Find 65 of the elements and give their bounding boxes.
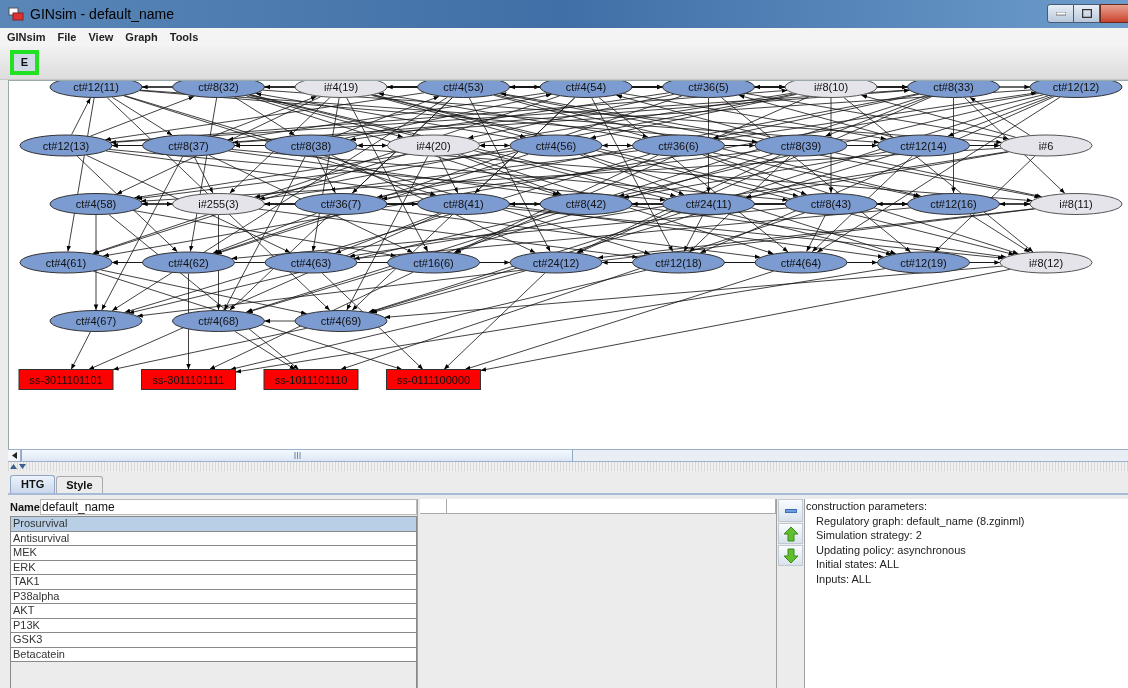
graph-node[interactable]: ct#36(6): [632, 134, 725, 157]
graph-node[interactable]: ct#8(32): [172, 81, 265, 98]
name-field[interactable]: default_name: [39, 499, 417, 515]
graph-node[interactable]: ct#4(67): [49, 310, 143, 332]
info-line: Regulatory graph: default_name (8.zginml): [815, 513, 1025, 528]
stable-state-node[interactable]: ss-1011101110: [263, 369, 359, 390]
graph-node[interactable]: ct#12(14): [877, 134, 970, 157]
info-line: Simulation strategy: 2: [815, 528, 922, 543]
list-item[interactable]: MEK: [11, 546, 416, 561]
menu-item[interactable]: Tools: [168, 28, 200, 46]
menu-item[interactable]: Graph: [124, 28, 159, 46]
graph-node[interactable]: i#255(3): [172, 193, 265, 215]
graph-node[interactable]: ct#4(56): [509, 134, 603, 157]
graph-node[interactable]: ct#12(16): [907, 193, 1000, 215]
graph-node[interactable]: ct#8(42): [539, 193, 633, 215]
graph-node[interactable]: i#6: [999, 134, 1093, 157]
graph-node[interactable]: ct#12(11): [49, 81, 143, 98]
menu-item[interactable]: GINsim: [6, 28, 47, 46]
tab[interactable]: Style: [56, 476, 103, 493]
list-item[interactable]: Prosurvival: [11, 517, 416, 532]
graph-node[interactable]: ct#4(69): [294, 310, 388, 332]
tab[interactable]: HTG: [10, 475, 56, 493]
graph-node[interactable]: ct#4(63): [264, 251, 358, 274]
graph-node[interactable]: ct#24(11): [662, 193, 755, 215]
info-line: Inputs: ALL: [815, 571, 872, 586]
graph-node[interactable]: ct#4(53): [417, 81, 510, 98]
list-item[interactable]: TAK1: [11, 575, 416, 590]
stable-state-node[interactable]: ss-0111100000: [386, 369, 481, 390]
graph-node[interactable]: ct#24(12): [509, 251, 603, 274]
stable-state-node[interactable]: ss-3011101101: [18, 369, 114, 390]
graph-node[interactable]: ct#4(54): [539, 81, 633, 98]
list-item[interactable]: AKT: [11, 604, 416, 619]
graph-node[interactable]: i#4(19): [294, 81, 388, 98]
graph-node[interactable]: ct#12(18): [632, 251, 725, 274]
list-item[interactable]: GSK3: [11, 633, 416, 648]
graph-node[interactable]: ct#8(33): [907, 81, 1000, 98]
window-title: GINsim - default_name: [30, 4, 174, 24]
graph-node[interactable]: ct#4(61): [19, 251, 113, 274]
graph-node[interactable]: ct#4(62): [142, 251, 235, 274]
graph-node[interactable]: ct#8(37): [142, 134, 235, 157]
graph-node[interactable]: ct#8(39): [754, 134, 848, 157]
graph-node[interactable]: ct#8(43): [784, 193, 878, 215]
info-heading: construction parameters:: [806, 499, 928, 514]
graph-node[interactable]: ct#12(12): [1029, 81, 1123, 98]
graph-node[interactable]: ct#4(68): [172, 310, 265, 332]
graph-node[interactable]: ct#8(38): [264, 134, 358, 157]
name-label: Name: [10, 499, 40, 515]
graph-node[interactable]: ct#16(6): [387, 251, 480, 274]
graph-node[interactable]: ct#12(13): [19, 134, 113, 157]
graph-node[interactable]: ct#8(41): [417, 193, 510, 215]
toolbar-button[interactable]: E: [10, 50, 39, 75]
graph-node[interactable]: ct#36(7): [294, 193, 388, 215]
graph-node[interactable]: i#8(10): [784, 81, 878, 98]
info-line: Updating policy: asynchronous: [815, 542, 966, 557]
graph-node[interactable]: ct#4(64): [754, 251, 848, 274]
graph-node[interactable]: i#8(12): [999, 251, 1093, 274]
graph-node[interactable]: ct#36(5): [662, 81, 755, 98]
stable-state-node[interactable]: ss-3011101111: [141, 369, 236, 390]
graph-node[interactable]: ct#12(19): [877, 251, 970, 274]
info-line: Initial states: ALL: [815, 557, 900, 572]
menu-item[interactable]: View: [87, 28, 115, 46]
graph-node[interactable]: i#4(20): [387, 134, 480, 157]
graph-node[interactable]: i#8(11): [1029, 193, 1123, 215]
graph-node[interactable]: ct#4(58): [49, 193, 143, 215]
menu-item[interactable]: File: [56, 28, 78, 46]
